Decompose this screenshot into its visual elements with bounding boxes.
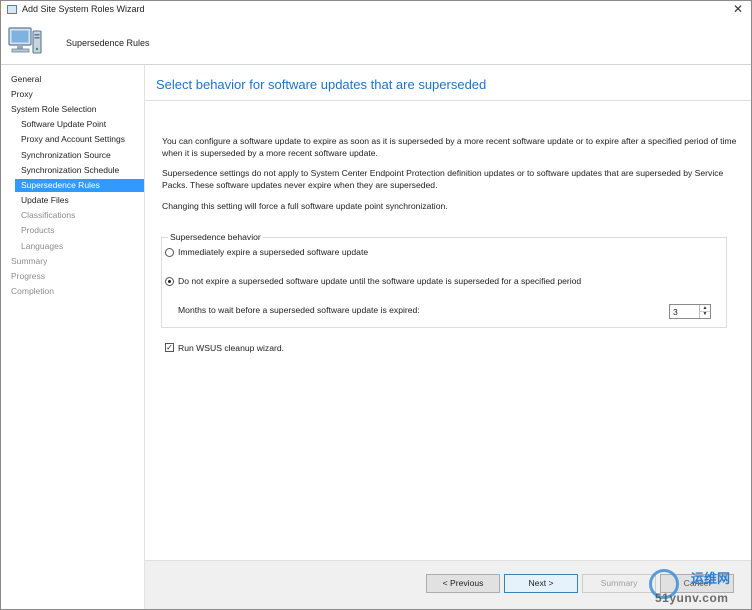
- sync-warning-paragraph: Changing this setting will force a full …: [162, 201, 448, 211]
- sidebar-item-supersedence-rules[interactable]: Supersedence Rules: [15, 179, 144, 192]
- sidebar-item-products: Products: [21, 225, 55, 235]
- sidebar-item-proxy-and-account-settings[interactable]: Proxy and Account Settings: [21, 133, 125, 146]
- sidebar-item-proxy[interactable]: Proxy: [11, 88, 33, 101]
- sidebar-item-software-update-point[interactable]: Software Update Point: [21, 118, 106, 131]
- sidebar-item-system-role-selection[interactable]: System Role Selection: [11, 103, 97, 116]
- heading-divider: [145, 100, 751, 101]
- wizard-content: Select behavior for software updates tha…: [145, 65, 751, 560]
- intro-paragraph: You can configure a software update to e…: [162, 136, 737, 158]
- immediately-expire-label[interactable]: Immediately expire a superseded software…: [178, 247, 368, 257]
- wsus-cleanup-label[interactable]: Run WSUS cleanup wizard.: [178, 343, 284, 353]
- delay-expire-label[interactable]: Do not expire a superseded software upda…: [178, 276, 581, 286]
- months-value[interactable]: 3: [673, 307, 678, 317]
- sidebar-item-general[interactable]: General: [11, 73, 41, 86]
- wizard-window: Add Site System Roles Wizard ✕ Supersede…: [0, 0, 752, 610]
- wizard-steps-sidebar: General Proxy System Role Selection Soft…: [1, 65, 145, 609]
- page-title: Select behavior for software updates tha…: [156, 77, 487, 92]
- site-watermark: 运维网 51yunv.com: [647, 567, 751, 609]
- months-to-wait-stepper[interactable]: 3 ▲ ▼: [669, 304, 711, 319]
- group-title: Supersedence behavior: [168, 232, 263, 242]
- wizard-banner: Supersedence Rules: [1, 19, 751, 65]
- scope-paragraph: Supersedence settings do not apply to Sy…: [162, 168, 724, 190]
- summary-button: Summary: [582, 574, 656, 593]
- delay-expire-radio[interactable]: [165, 277, 174, 286]
- sidebar-item-completion: Completion: [11, 286, 54, 296]
- computer-icon: [8, 27, 42, 54]
- sidebar-item-progress: Progress: [11, 271, 46, 281]
- sidebar-item-classifications: Classifications: [21, 210, 76, 220]
- app-icon: [7, 5, 17, 14]
- immediately-expire-radio[interactable]: [165, 248, 174, 257]
- close-icon[interactable]: ✕: [733, 2, 743, 16]
- stepper-buttons: ▲ ▼: [699, 305, 710, 318]
- title-bar: Add Site System Roles Wizard ✕: [1, 1, 751, 19]
- sidebar-item-update-files[interactable]: Update Files: [21, 194, 69, 207]
- banner-title: Supersedence Rules: [66, 38, 150, 48]
- previous-button[interactable]: < Previous: [426, 574, 500, 593]
- radio-selected-dot: [168, 280, 171, 283]
- watermark-url: 51yunv.com: [655, 591, 729, 605]
- next-button[interactable]: Next >: [504, 574, 578, 593]
- sidebar-item-synchronization-source[interactable]: Synchronization Source: [21, 149, 111, 162]
- wsus-cleanup-checkbox[interactable]: ✓: [165, 343, 174, 352]
- sidebar-item-summary: Summary: [11, 256, 48, 266]
- stepper-down-icon[interactable]: ▼: [700, 311, 710, 317]
- window-title: Add Site System Roles Wizard: [22, 4, 145, 14]
- watermark-cn-text: 运维网: [691, 571, 731, 586]
- months-to-wait-label: Months to wait before a superseded softw…: [178, 305, 420, 315]
- sidebar-item-synchronization-schedule[interactable]: Synchronization Schedule: [21, 164, 119, 177]
- sidebar-item-languages: Languages: [21, 241, 64, 251]
